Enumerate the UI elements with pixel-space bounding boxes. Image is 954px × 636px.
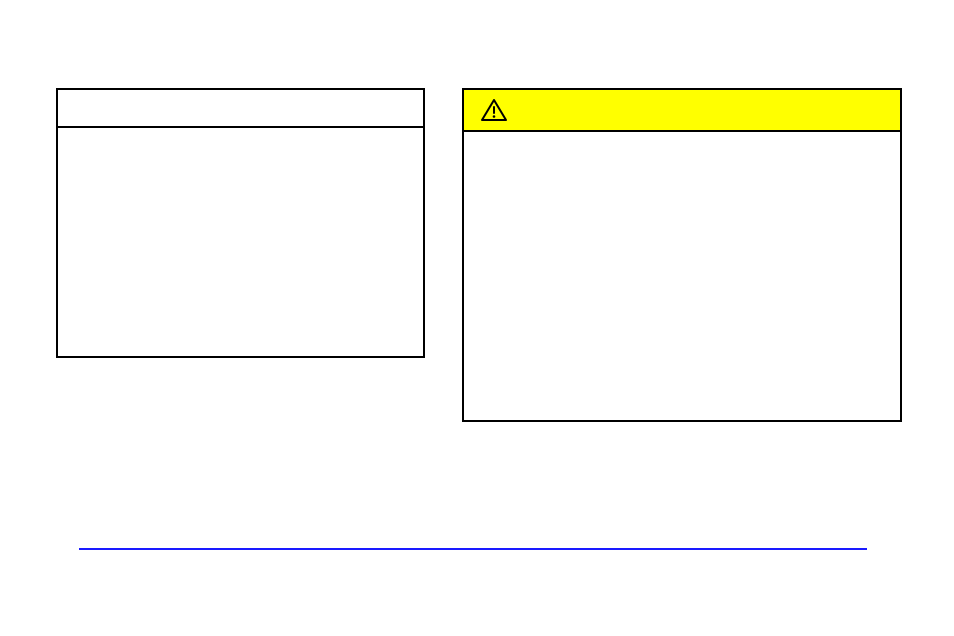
horizontal-rule <box>79 548 867 550</box>
info-panel-left <box>56 88 425 358</box>
warning-panel-header <box>464 90 900 132</box>
info-panel-left-header <box>58 90 423 128</box>
warning-panel <box>462 88 902 422</box>
warning-icon <box>480 98 508 122</box>
